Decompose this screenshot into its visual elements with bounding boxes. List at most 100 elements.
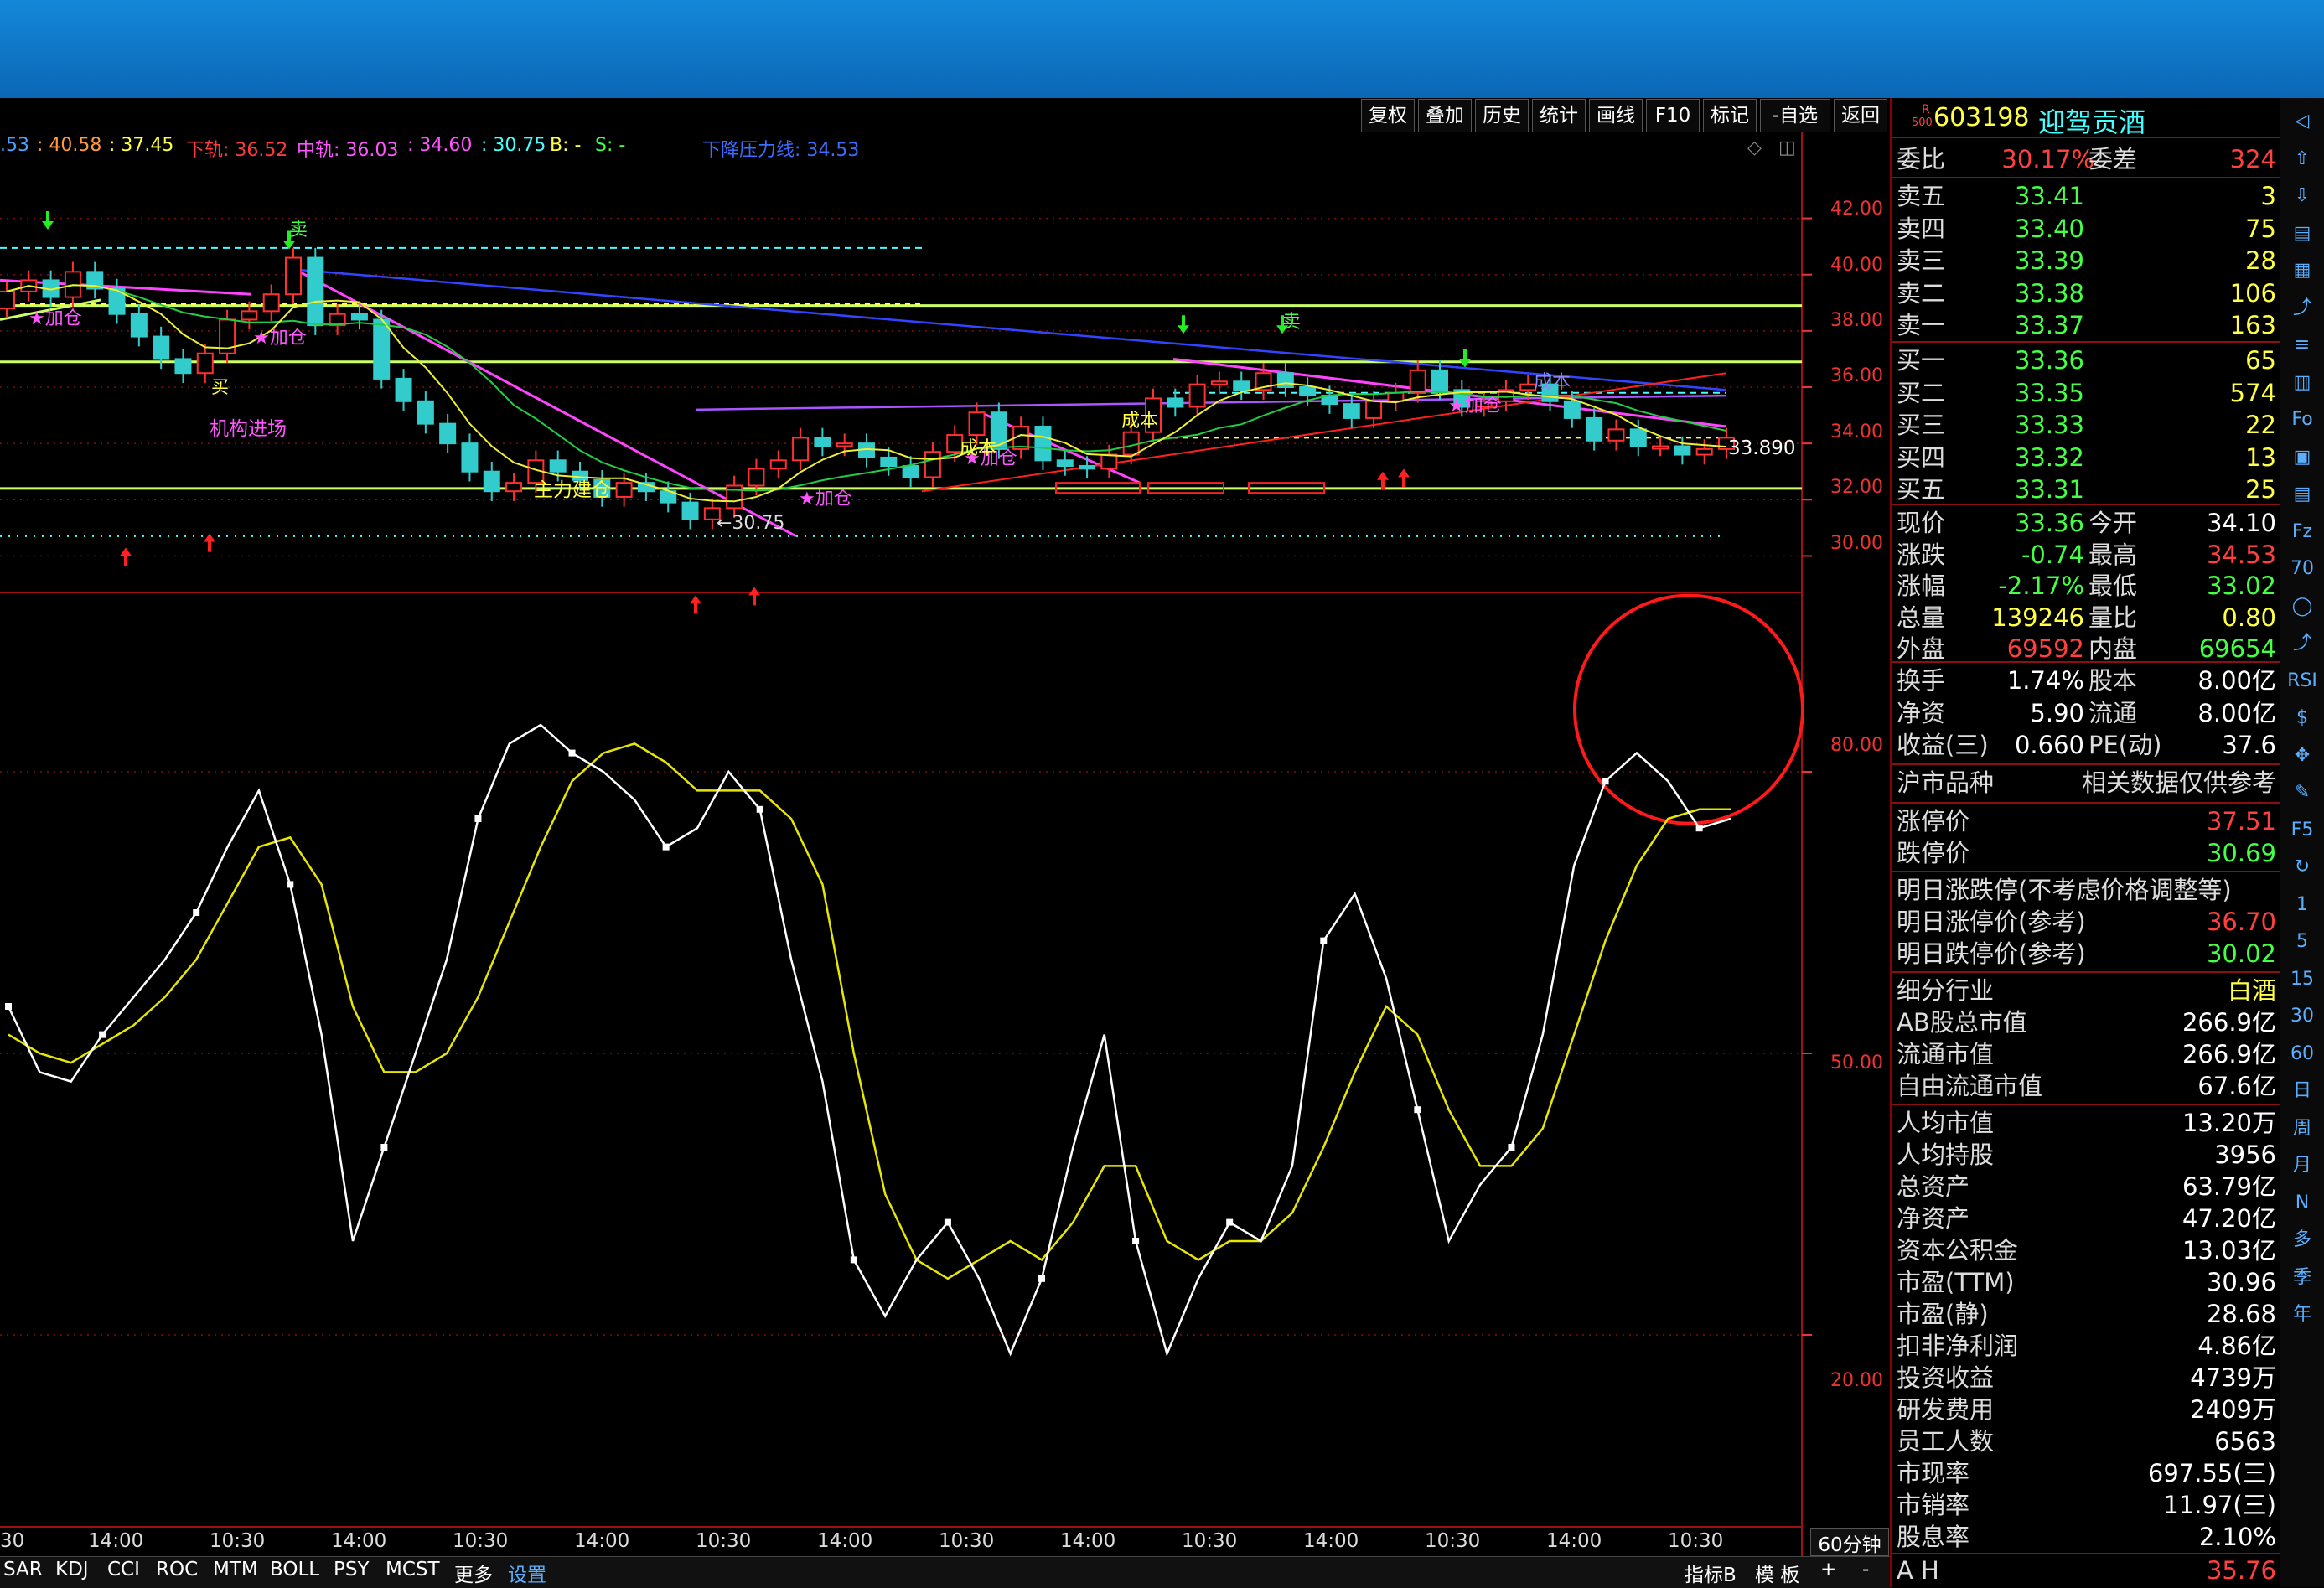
panel-toggle-icon[interactable]: ◫ bbox=[1778, 137, 1796, 158]
market-value-row: AB股总市值 266.9亿 bbox=[1897, 1008, 2276, 1037]
kdj-point bbox=[1602, 778, 1609, 785]
side-tool-icon[interactable]: ⤴ bbox=[2287, 628, 2317, 659]
side-tool-icon[interactable]: ≡ bbox=[2287, 330, 2317, 360]
down-pressure-line bbox=[288, 267, 1727, 391]
period-selector[interactable]: 60分钟 bbox=[1810, 1528, 1889, 1556]
side-tool-icon[interactable]: 1 bbox=[2287, 890, 2317, 920]
buy-arrow-icon bbox=[120, 547, 132, 566]
side-tool-icon[interactable]: ✥ bbox=[2287, 741, 2317, 771]
tool-overlay-button[interactable]: 叠加 bbox=[1418, 99, 1472, 132]
low-price-label: ←30.75 bbox=[717, 513, 785, 534]
tab-mtm[interactable]: MTM bbox=[213, 1559, 258, 1580]
tab-boll[interactable]: BOLL bbox=[270, 1559, 319, 1580]
side-tool-icon[interactable]: ▦ bbox=[2287, 256, 2317, 286]
side-tool-icon[interactable]: F5 bbox=[2287, 815, 2317, 846]
kdj-point bbox=[944, 1218, 951, 1226]
tab-cci[interactable]: CCI bbox=[107, 1559, 140, 1580]
candle-body bbox=[792, 437, 810, 462]
zoom-in-button[interactable]: + bbox=[1820, 1559, 1836, 1580]
side-tool-icon[interactable]: ⇩ bbox=[2287, 181, 2317, 211]
tab-psy[interactable]: PSY bbox=[334, 1559, 370, 1580]
side-tool-icon[interactable]: ▥ bbox=[2287, 368, 2317, 398]
window-titlebar bbox=[0, 0, 2324, 100]
side-tool-icon[interactable]: 日 bbox=[2287, 1076, 2317, 1106]
side-tool-icon[interactable]: ▤ bbox=[2287, 219, 2317, 249]
tomorrow-up-row: 明日涨停价(参考) 36.70 bbox=[1897, 908, 2276, 936]
quote-row: 外盘 69592 内盘 69654 bbox=[1897, 634, 2276, 663]
limit-up-row: 涨停价 37.51 bbox=[1897, 807, 2276, 835]
tool-draw-button[interactable]: 画线 bbox=[1589, 99, 1643, 132]
candle-body bbox=[1056, 459, 1074, 467]
tool-mark-button[interactable]: 标记 bbox=[1703, 99, 1757, 132]
indicator-b-button[interactable]: 指标B bbox=[1685, 1559, 1737, 1587]
candle-body bbox=[461, 442, 479, 473]
candle-body bbox=[1167, 397, 1184, 408]
side-tool-icon[interactable]: 70 bbox=[2287, 554, 2317, 584]
side-tool-icon[interactable]: 30 bbox=[2287, 1001, 2317, 1032]
tool-fuquan-button[interactable]: 复权 bbox=[1361, 99, 1415, 132]
diamond-icon[interactable]: ◇ bbox=[1747, 137, 1762, 158]
side-tool-icon[interactable]: Fz bbox=[2287, 517, 2317, 547]
side-tool-icon[interactable]: 季 bbox=[2287, 1263, 2317, 1293]
tool-stats-button[interactable]: 统计 bbox=[1532, 99, 1586, 132]
kdj-point bbox=[1414, 1106, 1421, 1114]
stat-row: 市销率 11.97(三) bbox=[1897, 1491, 2276, 1519]
stat-row: 市盈(静) 28.68 bbox=[1897, 1300, 2276, 1328]
limit-down-row: 跌停价 30.69 bbox=[1897, 839, 2276, 867]
kdj-point bbox=[99, 1031, 106, 1038]
time-tick: 14:00 bbox=[1303, 1530, 1359, 1552]
candle-body bbox=[858, 442, 875, 458]
side-tool-icon[interactable]: N bbox=[2287, 1188, 2317, 1218]
chart-annotation: 买 bbox=[211, 377, 229, 397]
side-tool-icon[interactable]: 周 bbox=[2287, 1114, 2317, 1144]
time-tick: 14:00 bbox=[1060, 1530, 1116, 1552]
tool-back-button[interactable]: 返回 bbox=[1834, 99, 1887, 132]
candle-body bbox=[902, 465, 919, 478]
chart-annotation: 成本 bbox=[1534, 372, 1571, 393]
fund-row: 收益(三) 0.660 PE(动) 37.6 bbox=[1897, 731, 2276, 759]
buy-arrow-icon bbox=[1398, 468, 1410, 488]
side-tool-icon[interactable]: RSI bbox=[2287, 666, 2317, 696]
candle-body bbox=[968, 411, 986, 437]
side-tool-icon[interactable]: ◁ bbox=[2287, 106, 2317, 137]
time-tick: 14:00 bbox=[574, 1530, 630, 1552]
side-tool-icon[interactable]: 5 bbox=[2287, 927, 2317, 957]
tab-settings[interactable]: 设置 bbox=[508, 1559, 546, 1587]
chart-annotation: 卖 bbox=[1282, 312, 1302, 333]
time-tick: 14:00 bbox=[817, 1530, 873, 1552]
side-tool-icon[interactable]: $ bbox=[2287, 703, 2317, 733]
side-tool-icon[interactable]: 多 bbox=[2287, 1225, 2317, 1255]
side-tool-icon[interactable]: ↻ bbox=[2287, 852, 2317, 882]
stat-row: 人均持股 3956 bbox=[1897, 1141, 2276, 1169]
tab-roc[interactable]: ROC bbox=[156, 1559, 198, 1580]
weibi-row: 委比 30.17% 委差 324 bbox=[1897, 145, 2276, 173]
side-tool-icon[interactable]: 60 bbox=[2287, 1039, 2317, 1069]
tool-f10-button[interactable]: F10 bbox=[1646, 99, 1700, 132]
side-tool-icon[interactable]: 15 bbox=[2287, 965, 2317, 995]
time-tick: 10:30 bbox=[453, 1530, 509, 1552]
tab-more[interactable]: 更多 bbox=[454, 1559, 493, 1587]
chart-canvas[interactable] bbox=[0, 98, 1890, 1556]
tool-history-button[interactable]: 历史 bbox=[1475, 99, 1529, 132]
side-tool-icon[interactable]: ◯ bbox=[2287, 592, 2317, 622]
legend-item: B: - bbox=[550, 135, 582, 156]
chart-area[interactable] bbox=[0, 98, 1890, 1556]
candle-body bbox=[1695, 447, 1713, 456]
template-button[interactable]: 模 板 bbox=[1755, 1559, 1799, 1587]
side-tool-icon[interactable]: Fo bbox=[2287, 405, 2317, 435]
side-tool-icon[interactable]: ▤ bbox=[2287, 479, 2317, 510]
side-tool-icon[interactable]: 年 bbox=[2287, 1300, 2317, 1330]
side-tool-icon[interactable]: ⤴ bbox=[2287, 293, 2317, 323]
tool-watchlist-button[interactable]: -自选 bbox=[1760, 99, 1830, 132]
candle-body bbox=[285, 256, 302, 296]
zoom-out-button[interactable]: - bbox=[1862, 1559, 1869, 1580]
side-tool-icon[interactable]: ⇧ bbox=[2287, 144, 2317, 174]
tab-sar[interactable]: SAR bbox=[3, 1559, 43, 1580]
legend-item: : 34.60 bbox=[407, 135, 473, 156]
fund-row: 换手 1.74% 股本 8.00亿 bbox=[1897, 666, 2276, 695]
side-tool-icon[interactable]: 月 bbox=[2287, 1151, 2317, 1181]
side-tool-icon[interactable]: ✎ bbox=[2287, 778, 2317, 808]
tab-mcst[interactable]: MCST bbox=[386, 1559, 440, 1580]
tab-kdj[interactable]: KDJ bbox=[55, 1559, 89, 1580]
side-tool-icon[interactable]: ▣ bbox=[2287, 442, 2317, 473]
